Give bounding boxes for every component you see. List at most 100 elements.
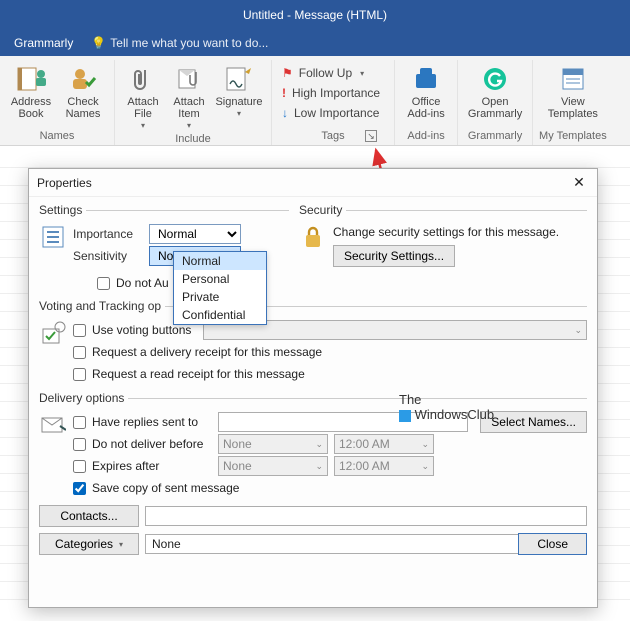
sensitivity-option-personal[interactable]: Personal [174, 270, 266, 288]
check-names-icon [67, 64, 99, 94]
grammarly-icon [479, 64, 511, 94]
contacts-button[interactable]: Contacts... [39, 505, 139, 527]
do-not-deliver-checkbox[interactable] [73, 438, 86, 451]
request-read-checkbox[interactable] [73, 368, 86, 381]
window-titlebar: Untitled - Message (HTML) [0, 0, 630, 30]
voting-icon [39, 319, 67, 347]
close-icon[interactable]: ✕ [569, 173, 589, 193]
deliver-time-combo[interactable]: 12:00 AM⌄ [334, 434, 434, 454]
have-replies-checkbox[interactable] [73, 416, 86, 429]
do-not-autoarchive-label: Do not Au [116, 276, 169, 290]
addins-icon [410, 64, 442, 94]
padlock-icon [299, 223, 327, 251]
address-book-label: Address Book [6, 96, 56, 120]
chevron-down-icon: ▾ [187, 120, 191, 132]
signature-icon [223, 64, 255, 94]
low-importance-label: Low Importance [294, 106, 379, 120]
flag-icon: ⚑ [282, 66, 293, 80]
attach-file-button[interactable]: Attach File ▾ [121, 62, 165, 132]
delivery-options-section: Delivery options Have replies sent to Se… [39, 391, 587, 499]
watermark-square-icon [399, 410, 411, 422]
group-label-names: Names [40, 129, 75, 144]
signature-button[interactable]: Signature ▾ [213, 62, 265, 132]
voting-legend: Voting and Tracking op [39, 299, 165, 313]
tell-me-search[interactable]: 💡 Tell me what you want to do... [91, 36, 268, 50]
view-templates-label: View Templates [543, 96, 603, 120]
address-book-icon [15, 64, 47, 94]
group-label-templates: My Templates [539, 129, 607, 144]
use-voting-checkbox[interactable] [73, 324, 86, 337]
request-delivery-label: Request a delivery receipt for this mess… [92, 345, 322, 359]
check-names-button[interactable]: Check Names [58, 62, 108, 120]
high-importance-button[interactable]: ! High Importance [282, 84, 380, 102]
watermark-line1: The [399, 392, 494, 407]
settings-icon [39, 223, 67, 251]
follow-up-button[interactable]: ⚑ Follow Up ▾ [282, 64, 380, 82]
attach-item-button[interactable]: Attach Item ▾ [167, 62, 211, 132]
templates-icon [557, 64, 589, 94]
open-grammarly-label: Open Grammarly [464, 96, 526, 120]
chevron-down-icon: ▾ [237, 108, 241, 120]
check-names-label: Check Names [58, 96, 108, 120]
ribbon-group-names: Address Book Check Names Names [0, 60, 115, 145]
ribbon-group-templates: View Templates My Templates [533, 60, 613, 145]
importance-combo[interactable]: Normal [149, 224, 241, 244]
ribbon-group-include: Attach File ▾ Attach Item ▾ Signature ▾ … [115, 60, 272, 145]
attach-item-icon [173, 64, 205, 94]
select-names-button[interactable]: Select Names... [480, 411, 587, 433]
expires-after-checkbox[interactable] [73, 460, 86, 473]
watermark-line2: WindowsClub [415, 407, 494, 422]
do-not-deliver-label: Do not deliver before [92, 437, 212, 451]
close-button[interactable]: Close [518, 533, 587, 555]
ribbon-tabstrip: Grammarly 💡 Tell me what you want to do.… [0, 30, 630, 56]
tab-grammarly[interactable]: Grammarly [10, 32, 77, 54]
attach-file-label: Attach File [121, 96, 165, 120]
do-not-autoarchive-checkbox[interactable] [97, 277, 110, 290]
chevron-down-icon: ▾ [119, 540, 123, 549]
save-copy-label: Save copy of sent message [92, 481, 239, 495]
expires-time-combo[interactable]: 12:00 AM⌄ [334, 456, 434, 476]
signature-label: Signature [215, 96, 262, 108]
down-arrow-icon: ↓ [282, 106, 288, 120]
categories-value: None [152, 537, 181, 551]
watermark: The WindowsClub [399, 392, 494, 422]
chevron-down-icon: ▾ [360, 69, 364, 78]
importance-label: Importance [73, 227, 143, 241]
ribbon-group-grammarly: Open Grammarly Grammarly [458, 60, 533, 145]
office-addins-button[interactable]: Office Add-ins [401, 62, 451, 120]
security-legend: Security [299, 203, 346, 217]
contacts-input[interactable] [145, 506, 587, 526]
tags-dialog-launcher[interactable]: ↘ [365, 130, 377, 142]
office-addins-label: Office Add-ins [401, 96, 451, 120]
use-voting-label: Use voting buttons [92, 323, 191, 337]
dialog-titlebar: Properties ✕ [29, 169, 597, 197]
save-copy-checkbox[interactable] [73, 482, 86, 495]
sensitivity-option-private[interactable]: Private [174, 288, 266, 306]
delivery-icon [39, 411, 67, 439]
exclamation-icon: ! [282, 86, 286, 100]
ribbon: Address Book Check Names Names Attach Fi… [0, 56, 630, 146]
settings-legend: Settings [39, 203, 86, 217]
follow-up-label: Follow Up [299, 66, 352, 80]
group-label-include: Include [175, 132, 210, 147]
request-read-label: Request a read receipt for this message [92, 367, 305, 381]
sensitivity-option-normal[interactable]: Normal [174, 252, 266, 270]
attach-item-label: Attach Item [167, 96, 211, 120]
sensitivity-dropdown-list[interactable]: Normal Personal Private Confidential [173, 251, 267, 325]
voting-tracking-section: Voting and Tracking op Use voting button… [39, 299, 587, 385]
low-importance-button[interactable]: ↓ Low Importance [282, 104, 380, 122]
address-book-button[interactable]: Address Book [6, 62, 56, 120]
chevron-down-icon: ▾ [141, 120, 145, 132]
dialog-title: Properties [37, 176, 92, 190]
deliver-date-combo[interactable]: None⌄ [218, 434, 328, 454]
open-grammarly-button[interactable]: Open Grammarly [464, 62, 526, 120]
ribbon-group-addins: Office Add-ins Add-ins [395, 60, 458, 145]
view-templates-button[interactable]: View Templates [543, 62, 603, 120]
window-title: Untitled - Message (HTML) [243, 8, 387, 22]
sensitivity-option-confidential[interactable]: Confidential [174, 306, 266, 324]
sensitivity-label: Sensitivity [73, 249, 143, 263]
request-delivery-checkbox[interactable] [73, 346, 86, 359]
security-settings-button[interactable]: Security Settings... [333, 245, 455, 267]
categories-button[interactable]: Categories▾ [39, 533, 139, 555]
expires-date-combo[interactable]: None⌄ [218, 456, 328, 476]
